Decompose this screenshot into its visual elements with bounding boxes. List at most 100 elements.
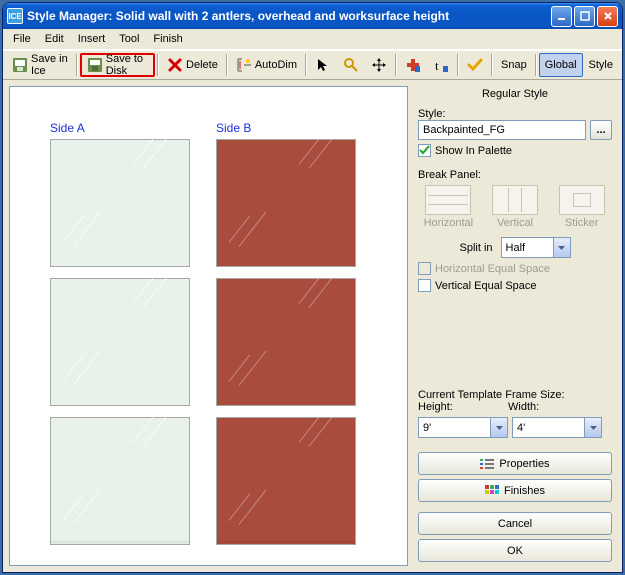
ellipsis-icon: ... [596,124,605,136]
break-vertical-button[interactable]: Vertical [485,185,546,229]
side-b-panels [216,139,356,545]
properties-button[interactable]: Properties [418,452,612,475]
break-horizontal-button[interactable]: Horizontal [418,185,479,229]
h-equal-space-checkbox [418,262,431,275]
break-horizontal-icon [425,185,471,215]
panel-b-1[interactable] [216,139,356,267]
v-equal-space-checkbox[interactable] [418,279,431,292]
text-tool[interactable]: t [427,53,455,77]
pointer-tool[interactable] [309,53,337,77]
menu-finish[interactable]: Finish [147,31,188,47]
menu-edit[interactable]: Edit [39,31,70,47]
pan-tool[interactable] [365,53,393,77]
delete-x-icon [167,57,183,73]
break-panel-label: Break Panel: [418,169,612,181]
close-button[interactable] [597,6,618,27]
break-sticker-label: Sticker [565,217,599,229]
panel-b-3[interactable] [216,417,356,545]
show-in-palette-checkbox[interactable] [418,144,431,157]
snap-label: Snap [501,59,527,71]
toolbar: Save in Ice Save to Disk Delete AutoDim [3,50,622,80]
save-in-ice-button[interactable]: Save in Ice [6,53,74,77]
add-tool[interactable] [399,53,427,77]
break-vertical-icon [492,185,538,215]
check-icon [467,57,483,73]
global-toggle[interactable]: Global [539,53,583,77]
checkmark-icon [419,145,430,156]
h-equal-space-label: Horizontal Equal Space [435,263,550,275]
style-manager-window: ICE Style Manager: Solid wall with 2 ant… [3,3,622,572]
chevron-down-icon [553,238,570,257]
height-combo[interactable]: 9' [418,417,508,438]
properties-panel: Regular Style Style: Backpainted_FG ... … [414,80,622,572]
panel-a-2[interactable] [50,278,190,406]
ok-button-label: OK [507,545,523,557]
style-name-field[interactable]: Backpainted_FG [418,120,586,140]
titlebar[interactable]: ICE Style Manager: Solid wall with 2 ant… [3,3,622,29]
ok-button[interactable]: OK [418,539,612,562]
preview-canvas[interactable]: Side A Side B [9,86,408,566]
cancel-button[interactable]: Cancel [418,512,612,535]
autodim-icon [236,57,252,73]
break-horizontal-label: Horizontal [424,217,474,229]
menubar: File Edit Insert Tool Finish [3,29,622,50]
height-label: Height: [418,401,504,413]
save-in-ice-label: Save in Ice [31,53,68,77]
style-field-label: Style: [418,108,612,120]
break-sticker-button[interactable]: Sticker [551,185,612,229]
svg-text:t: t [435,58,439,73]
menu-tool[interactable]: Tool [113,31,145,47]
check-tool[interactable] [461,53,489,77]
autodim-label: AutoDim [255,59,297,71]
template-frame-size-label: Current Template Frame Size: [418,389,612,401]
magnifier-icon [343,57,359,73]
panel-a-3[interactable] [50,417,190,545]
menu-file[interactable]: File [7,31,37,47]
zoom-tool[interactable] [337,53,365,77]
side-b-label: Side B [216,121,251,135]
text-tool-icon: t [433,57,449,73]
style-label: Style [589,59,613,71]
app-icon: ICE [7,8,23,24]
style-browse-button[interactable]: ... [590,120,612,140]
disk-save-icon [87,57,103,73]
style-name-value: Backpainted_FG [423,124,505,136]
finishes-swatch-icon [485,485,499,497]
panel-a-1[interactable] [50,139,190,267]
v-equal-space-label: Vertical Equal Space [435,280,537,292]
width-combo[interactable]: 4' [512,417,602,438]
show-in-palette-label: Show In Palette [435,145,512,157]
panel-b-2[interactable] [216,278,356,406]
side-a-label: Side A [50,121,85,135]
move-arrows-icon [371,57,387,73]
save-to-disk-label: Save to Disk [106,53,148,77]
delete-label: Delete [186,59,218,71]
global-label: Global [545,59,577,71]
menu-insert[interactable]: Insert [72,31,112,47]
maximize-button[interactable] [574,6,595,27]
autodim-button[interactable]: AutoDim [230,53,303,77]
finishes-button-label: Finishes [504,485,545,497]
finishes-button[interactable]: Finishes [418,479,612,502]
properties-button-label: Properties [499,458,549,470]
cancel-button-label: Cancel [498,518,532,530]
height-value: 9' [419,422,490,434]
break-panel-options: Horizontal Vertical Sticker [418,185,612,229]
split-in-label: Split in [459,242,492,254]
ice-save-icon [12,57,28,73]
snap-toggle[interactable]: Snap [495,53,533,77]
width-value: 4' [513,422,584,434]
split-in-value: Half [502,242,553,254]
width-label: Width: [508,401,539,413]
window-title: Style Manager: Solid wall with 2 antlers… [27,9,551,23]
delete-button[interactable]: Delete [161,53,224,77]
minimize-button[interactable] [551,6,572,27]
break-vertical-label: Vertical [497,217,533,229]
chevron-down-icon [490,418,507,437]
save-to-disk-button[interactable]: Save to Disk [80,53,155,77]
split-in-combo[interactable]: Half [501,237,571,258]
style-toggle[interactable]: Style [583,53,619,77]
properties-list-icon [480,458,494,470]
break-sticker-icon [559,185,605,215]
pointer-icon [315,57,331,73]
